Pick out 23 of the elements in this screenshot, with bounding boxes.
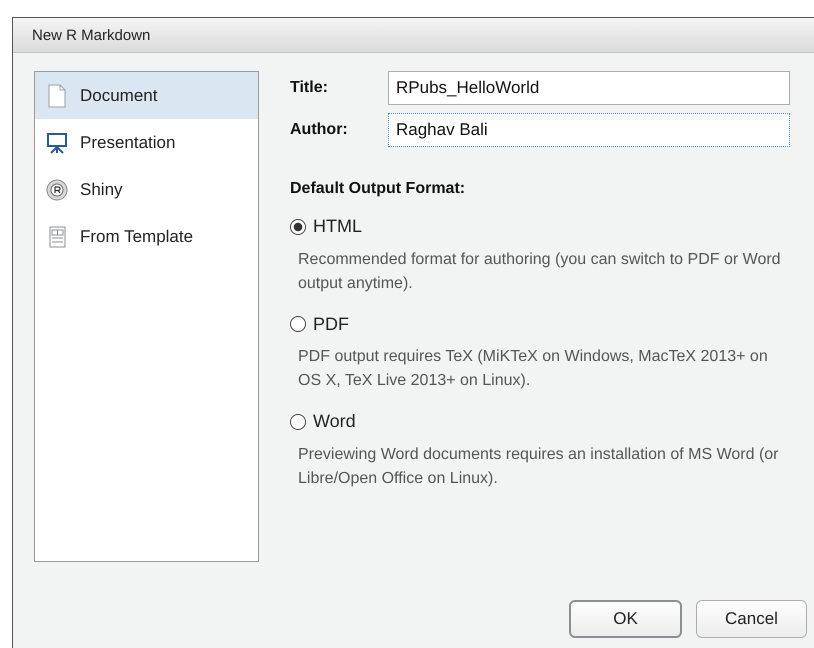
text-field[interactable]: RPubs_HelloWorld <box>388 71 790 105</box>
r-logo-icon <box>46 178 68 202</box>
radio-option[interactable]: HTML <box>290 216 362 237</box>
option-description: Previewing Word documents requires an installation of MS Word (or Libre/Open Office on Linux). <box>298 444 780 488</box>
option-description: Recommended format for authoring (you can switch to PDF or Word output anytime). <box>298 250 782 294</box>
radio-button[interactable] <box>290 218 306 234</box>
field-label: Author: <box>290 121 349 139</box>
section-heading: Default Output Format: <box>290 180 466 198</box>
sidebar-item[interactable]: Document <box>35 72 258 119</box>
sidebar-item[interactable]: Presentation <box>35 119 258 166</box>
sidebar-item[interactable]: Shiny <box>35 166 258 213</box>
radio-button[interactable] <box>290 316 306 332</box>
radio-option[interactable]: PDF <box>290 314 349 334</box>
option-description: PDF output requires TeX (MiKTeX on Windows, MacTeX 2013+ on OS X, TeX Live 2013+ on Linux). <box>298 347 769 391</box>
dialog-button[interactable]: OK <box>569 600 682 638</box>
text-field[interactable]: Raghav Bali <box>388 113 790 147</box>
radio-option[interactable]: Word <box>290 411 356 432</box>
window-title: New R Markdown <box>32 26 150 44</box>
radio-button[interactable] <box>290 414 306 430</box>
sidebar-item[interactable]: From Template <box>35 213 258 260</box>
dialog-button[interactable]: Cancel <box>696 600 807 638</box>
document-icon <box>46 84 68 108</box>
field-label: Title: <box>290 79 329 97</box>
